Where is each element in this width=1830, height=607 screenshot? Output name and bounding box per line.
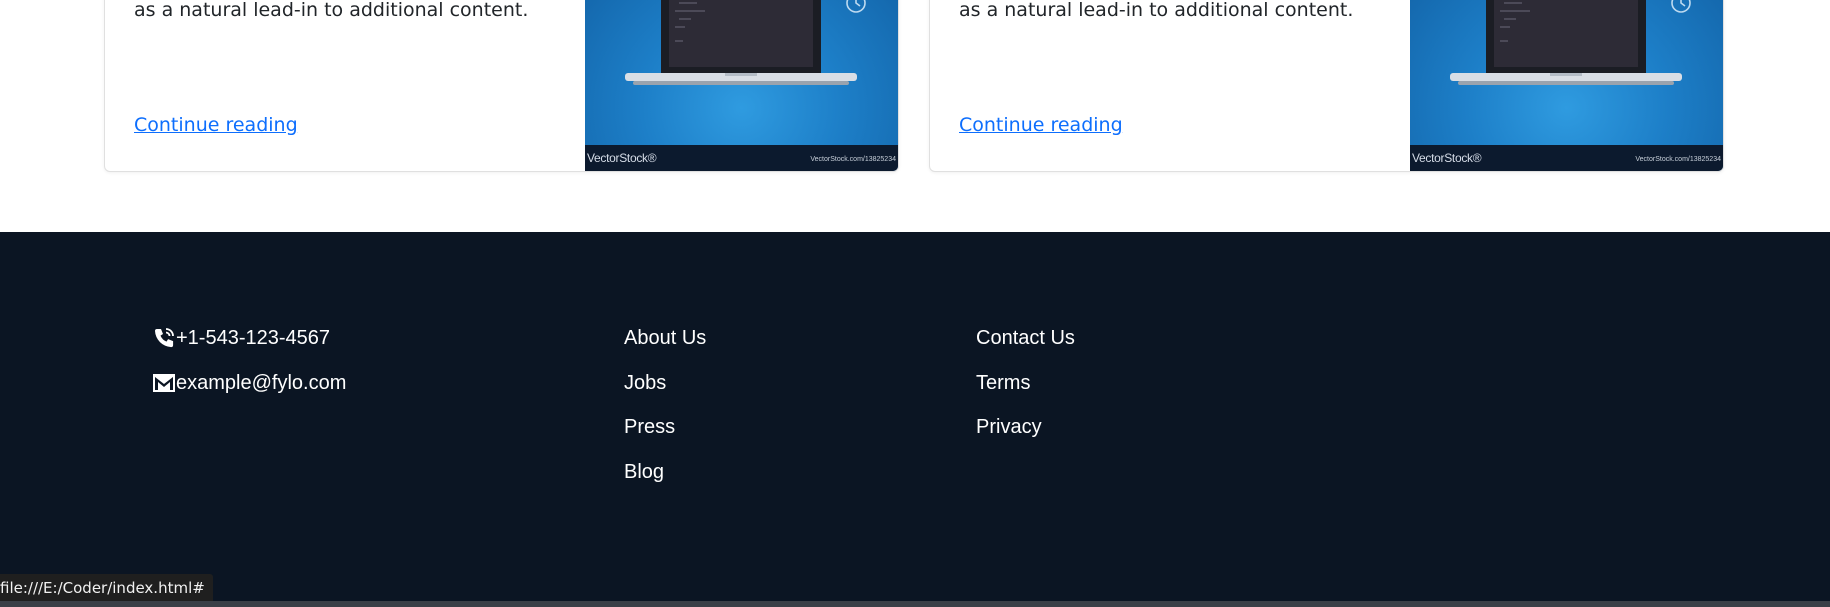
page: as a natural lead-in to additional conte… [0,0,1830,607]
card-thumbnail: VectorStock® VectorStock.com/13825234 [585,0,898,171]
phone-icon [152,326,176,350]
watermark: VectorStock® [1412,151,1482,165]
footer-link-contact-us[interactable]: Contact Us [976,327,1075,350]
footer-link-privacy[interactable]: Privacy [976,416,1042,439]
email-address: example@fylo.com [176,371,347,394]
footer-link-jobs[interactable]: Jobs [624,372,666,395]
blog-card-1: as a natural lead-in to additional conte… [104,0,899,172]
footer-link-blog[interactable]: Blog [624,461,664,484]
mail-icon [152,371,176,395]
blog-card-2: as a natural lead-in to additional conte… [929,0,1724,172]
image-id: VectorStock.com/13825234 [810,156,896,163]
card-text: as a natural lead-in to additional conte… [959,0,1354,21]
footer-link-press[interactable]: Press [624,416,675,439]
image-id: VectorStock.com/13825234 [1635,156,1721,163]
footer-link-about-us[interactable]: About Us [624,327,706,350]
browser-status-bar: file:///E:/Coder/index.html# [0,574,213,602]
continue-reading-link[interactable]: Continue reading [959,114,1123,136]
phone-number: +1-543-123-4567 [176,326,331,349]
site-footer: +1-543-123-4567 example@fylo.com About U… [0,232,1830,607]
card-thumbnail: VectorStock® VectorStock.com/13825234 [1410,0,1723,171]
continue-reading-link[interactable]: Continue reading [134,114,298,136]
phone-contact: +1-543-123-4567 [152,326,330,350]
card-text: as a natural lead-in to additional conte… [134,0,529,21]
email-contact: example@fylo.com [152,371,346,395]
footer-link-terms[interactable]: Terms [976,372,1030,395]
window-bottom-edge [0,601,1830,607]
watermark: VectorStock® [587,151,657,165]
